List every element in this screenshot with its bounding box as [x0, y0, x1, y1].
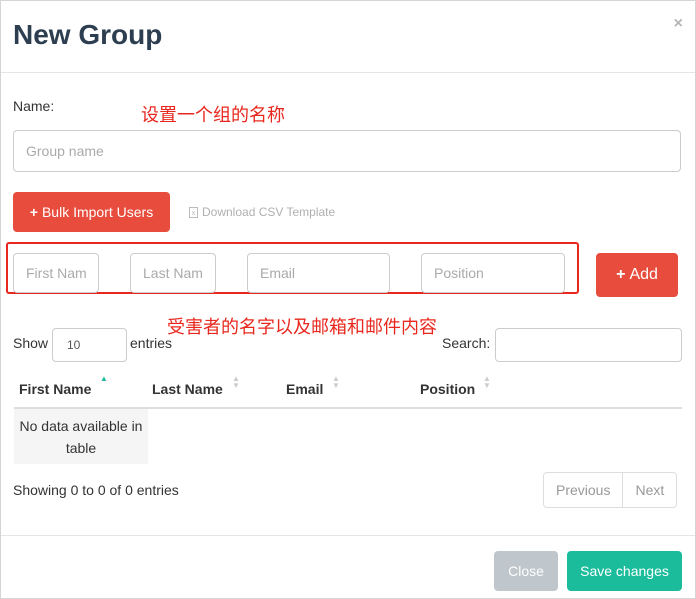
sort-icon: ▲ ▼	[332, 374, 340, 390]
group-name-input[interactable]	[13, 130, 681, 172]
plus-icon: +	[29, 204, 38, 220]
next-page-button[interactable]: Next	[623, 473, 676, 507]
search-label: Search:	[442, 335, 491, 351]
pagination: Previous Next	[543, 472, 678, 508]
column-header-position[interactable]: Position	[420, 371, 475, 407]
bulk-import-button[interactable]: + Bulk Import Users	[13, 192, 170, 232]
last-name-input[interactable]	[130, 253, 216, 293]
plus-icon: +	[616, 266, 626, 283]
entries-label: entries	[130, 335, 173, 351]
sort-asc-icon: ▲	[100, 374, 108, 383]
new-group-modal: New Group × Name: 设置一个组的名称 + Bulk Import…	[0, 0, 696, 599]
download-csv-link[interactable]: x Download CSV Template	[189, 205, 335, 219]
previous-page-button[interactable]: Previous	[544, 473, 624, 507]
name-label: Name:	[13, 98, 55, 114]
user-annotation: 受害者的名字以及邮箱和邮件内容	[167, 317, 437, 338]
search-input[interactable]	[495, 328, 682, 362]
first-name-input[interactable]	[13, 253, 99, 293]
column-header-email[interactable]: Email	[286, 371, 323, 407]
modal-header: New Group ×	[1, 1, 695, 73]
sort-icon: ▲ ▼	[483, 374, 491, 390]
email-input[interactable]	[247, 253, 390, 293]
position-input[interactable]	[421, 253, 565, 293]
sort-icon: ▲ ▼	[232, 374, 240, 390]
column-header-first-name[interactable]: First Name	[19, 371, 91, 407]
column-header-last-name[interactable]: Last Name	[152, 371, 223, 407]
close-button[interactable]: Close	[494, 551, 558, 591]
add-label: Add	[629, 266, 658, 283]
entries-select[interactable]	[52, 328, 127, 362]
bulk-import-label: Bulk Import Users	[41, 204, 154, 220]
modal-title: New Group	[13, 19, 163, 50]
close-icon[interactable]: ×	[674, 15, 683, 33]
name-annotation: 设置一个组的名称	[141, 105, 285, 126]
save-changes-button[interactable]: Save changes	[567, 551, 682, 591]
empty-table-message: No data available in table	[14, 409, 148, 464]
show-label: Show	[13, 335, 49, 351]
add-user-button[interactable]: + Add	[596, 253, 678, 297]
download-csv-label: Download CSV Template	[202, 205, 336, 219]
table-info: Showing 0 to 0 of 0 entries	[13, 482, 179, 498]
footer-divider	[1, 535, 695, 536]
file-icon: x	[189, 206, 198, 218]
